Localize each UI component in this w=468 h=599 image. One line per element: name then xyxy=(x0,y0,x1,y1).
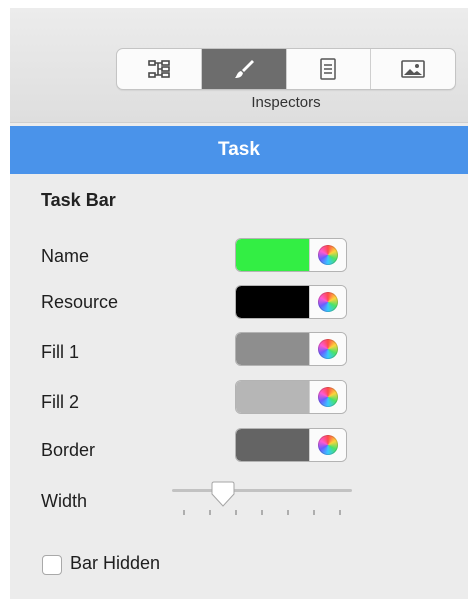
width-slider-tick xyxy=(339,510,341,515)
width-slider-graphic xyxy=(172,481,352,515)
document-inspector-button[interactable] xyxy=(287,49,372,89)
border-color-well[interactable] xyxy=(235,428,347,462)
fill-2-color-picker-button[interactable] xyxy=(309,381,346,413)
color-wheel-icon xyxy=(318,292,338,312)
style-inspector-button[interactable] xyxy=(201,49,287,89)
task-bar-heading: Task Bar xyxy=(41,190,116,210)
width-slider-tick xyxy=(261,510,263,515)
name-label: Name xyxy=(41,246,90,266)
fill-2-label: Fill 2 xyxy=(41,392,80,412)
resource-color-well[interactable] xyxy=(235,285,347,319)
bar-hidden-label: Bar Hidden xyxy=(70,553,161,573)
bar-hidden-checkbox[interactable] xyxy=(42,555,62,575)
name-color-well[interactable] xyxy=(235,238,347,272)
name-color-picker-button[interactable] xyxy=(309,239,346,271)
width-slider-knob[interactable] xyxy=(211,481,235,507)
resource-color-swatch[interactable] xyxy=(236,286,309,318)
fill-1-label: Fill 1 xyxy=(41,342,80,362)
fill-2-color-well[interactable] xyxy=(235,380,347,414)
fill-1-color-well[interactable] xyxy=(235,332,347,366)
resource-label: Resource xyxy=(41,292,119,312)
color-wheel-icon xyxy=(318,339,338,359)
document-icon xyxy=(320,58,337,80)
inspector-panel: Inspectors Task Task Bar Name Resource F… xyxy=(10,8,468,599)
width-slider-tick xyxy=(209,510,211,515)
fill-2-color-swatch[interactable] xyxy=(236,381,309,413)
width-label: Width xyxy=(41,491,88,511)
inspector-toolbar: Inspectors xyxy=(10,8,468,123)
name-color-swatch[interactable] xyxy=(236,239,309,271)
task-section-header[interactable]: Task xyxy=(10,126,468,174)
inspectors-label: Inspectors xyxy=(251,94,321,111)
width-slider-tick xyxy=(235,510,237,515)
color-wheel-icon xyxy=(318,387,338,407)
fill-1-color-swatch[interactable] xyxy=(236,333,309,365)
brush-icon xyxy=(234,60,254,78)
color-wheel-icon xyxy=(318,245,338,265)
image-inspector-button[interactable] xyxy=(371,49,455,89)
width-slider-ticks xyxy=(183,510,341,515)
width-slider-tick xyxy=(287,510,289,515)
border-color-picker-button[interactable] xyxy=(309,429,346,461)
outline-icon xyxy=(148,60,170,78)
width-slider-track xyxy=(172,489,352,492)
border-label: Border xyxy=(41,440,96,460)
inspector-segmented-control xyxy=(116,48,456,90)
image-icon xyxy=(401,60,425,78)
width-slider[interactable] xyxy=(172,480,352,520)
width-slider-tick xyxy=(313,510,315,515)
border-color-swatch[interactable] xyxy=(236,429,309,461)
fill-1-color-picker-button[interactable] xyxy=(309,333,346,365)
section-title: Task xyxy=(218,139,260,160)
resource-color-picker-button[interactable] xyxy=(309,286,346,318)
color-wheel-icon xyxy=(318,435,338,455)
width-slider-tick xyxy=(183,510,185,515)
outline-inspector-button[interactable] xyxy=(117,49,202,89)
